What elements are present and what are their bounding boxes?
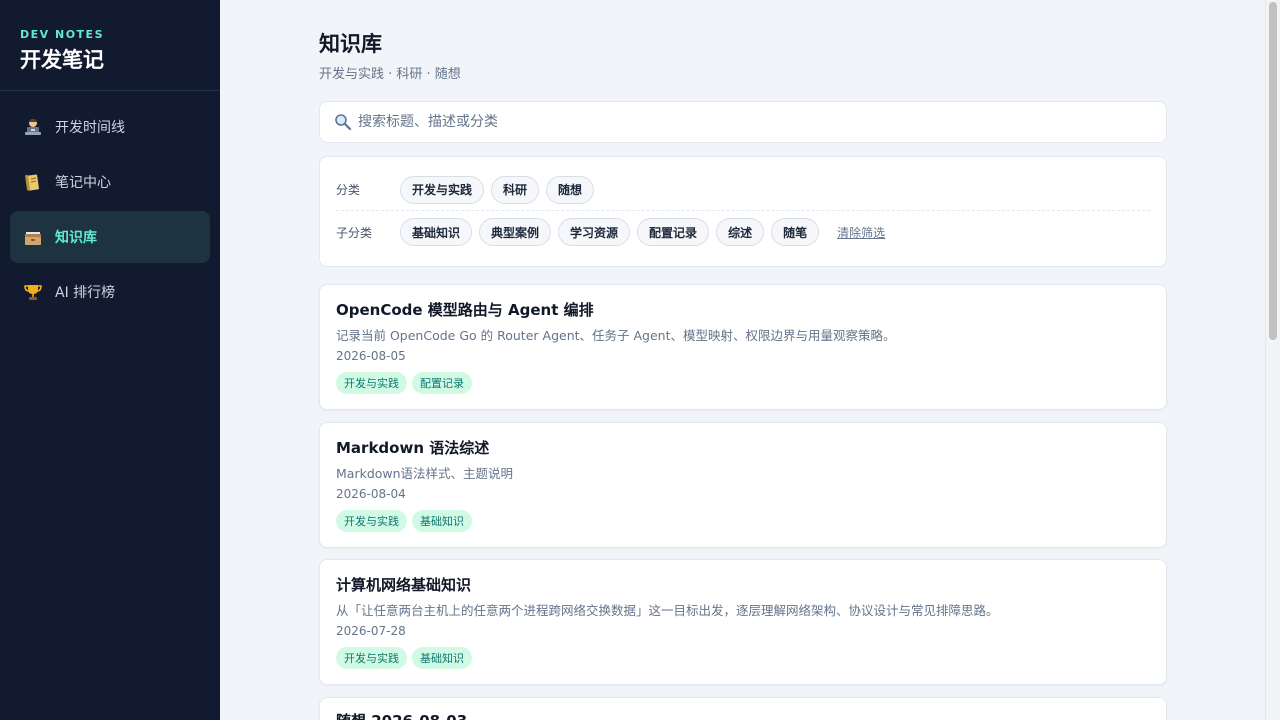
- sidebar-nav: 开发时间线 笔记中心 知识库 AI 排行榜: [0, 91, 220, 331]
- category-chip[interactable]: 科研: [491, 175, 540, 204]
- scroll-icon: [22, 171, 44, 193]
- sidebar-item-ai-ranking[interactable]: AI 排行榜: [10, 266, 210, 318]
- card-date: 2026-07-28: [336, 624, 406, 638]
- card-description: Markdown语法样式、主题说明: [336, 466, 514, 481]
- sidebar-item-timeline[interactable]: 开发时间线: [10, 101, 210, 153]
- subcategory-chip[interactable]: 典型案例: [479, 218, 552, 246]
- card-tags: 开发与实践 基础知识: [336, 510, 1150, 532]
- scrollbar-thumb[interactable]: [1269, 2, 1277, 340]
- article-card[interactable]: 计算机网络基础知识 从「让任意两台主机上的任意两个进程跨网络交换数据」这一目标出…: [319, 559, 1167, 685]
- card-title: Markdown 语法综述: [336, 439, 490, 457]
- card-description: 从「让任意两台主机上的任意两个进程跨网络交换数据」这一目标出发，逐层理解网络架构…: [336, 603, 999, 618]
- card-date: 2026-08-04: [336, 487, 406, 501]
- card-title: OpenCode 模型路由与 Agent 编排: [336, 301, 594, 319]
- page-subtitle: 开发与实践 · 科研 · 随想: [319, 67, 461, 82]
- category-chip[interactable]: 随想: [546, 175, 595, 204]
- trophy-icon: [22, 281, 44, 303]
- sidebar-item-label: 开发时间线: [55, 120, 125, 136]
- category-chip[interactable]: 开发与实践: [400, 175, 485, 204]
- tag-badge: 配置记录: [412, 372, 472, 394]
- subcategory-chip[interactable]: 随笔: [771, 218, 820, 246]
- sidebar: DEV NOTES 开发笔记 开发时间线 笔记中心 知识库 AI 排行榜: [0, 0, 220, 720]
- sidebar-item-label: 笔记中心: [55, 175, 111, 191]
- clear-filters-link[interactable]: 清除筛选: [837, 224, 885, 241]
- page-title: 知识库: [319, 32, 382, 56]
- article-card[interactable]: Markdown 语法综述 Markdown语法样式、主题说明 2026-08-…: [319, 422, 1167, 548]
- subcategory-label: 子分类: [336, 225, 373, 240]
- filter-panel: 分类 开发与实践 科研 随想 子分类 基础知识 典型案例 学习资源 配置记录 综…: [319, 156, 1167, 267]
- search-box: [319, 101, 1167, 143]
- tag-badge: 开发与实践: [336, 372, 407, 394]
- tag-badge: 开发与实践: [336, 510, 407, 532]
- search-icon: [334, 113, 352, 131]
- brand: DEV NOTES 开发笔记: [0, 0, 220, 91]
- brand-tag: DEV NOTES: [20, 28, 104, 41]
- card-tags: 开发与实践 基础知识: [336, 647, 1150, 669]
- card-file-box-icon: [22, 226, 44, 248]
- article-card[interactable]: 随想 2026-08-03: [319, 697, 1167, 720]
- brand-title: 开发笔记: [20, 48, 104, 72]
- card-title: 随想 2026-08-03: [336, 710, 1150, 720]
- tag-badge: 开发与实践: [336, 647, 407, 669]
- tag-badge: 基础知识: [412, 510, 472, 532]
- card-title: 计算机网络基础知识: [336, 576, 472, 594]
- search-input[interactable]: [358, 114, 1152, 130]
- subcategory-chip[interactable]: 配置记录: [637, 218, 710, 246]
- subcategory-filter-row: 子分类 基础知识 典型案例 学习资源 配置记录 综述 随笔 清除筛选: [336, 211, 1150, 253]
- person-at-computer-icon: [22, 116, 44, 138]
- card-date: 2026-08-05: [336, 349, 406, 363]
- card-tags: 开发与实践 配置记录: [336, 372, 1150, 394]
- sidebar-item-notes[interactable]: 笔记中心: [10, 156, 210, 208]
- card-description: 记录当前 OpenCode Go 的 Router Agent、任务子 Agen…: [336, 328, 896, 343]
- scrollbar[interactable]: [1265, 0, 1280, 720]
- subcategory-chip[interactable]: 综述: [716, 218, 765, 246]
- tag-badge: 基础知识: [412, 647, 472, 669]
- subcategory-chip[interactable]: 基础知识: [400, 218, 473, 246]
- category-filter-row: 分类 开发与实践 科研 随想: [336, 169, 1150, 211]
- sidebar-item-label: 知识库: [55, 230, 97, 246]
- sidebar-item-label: AI 排行榜: [55, 285, 116, 301]
- category-label: 分类: [336, 183, 361, 197]
- subcategory-chip[interactable]: 学习资源: [558, 218, 631, 246]
- sidebar-item-knowledge[interactable]: 知识库: [10, 211, 210, 263]
- article-card[interactable]: OpenCode 模型路由与 Agent 编排 记录当前 OpenCode Go…: [319, 284, 1167, 410]
